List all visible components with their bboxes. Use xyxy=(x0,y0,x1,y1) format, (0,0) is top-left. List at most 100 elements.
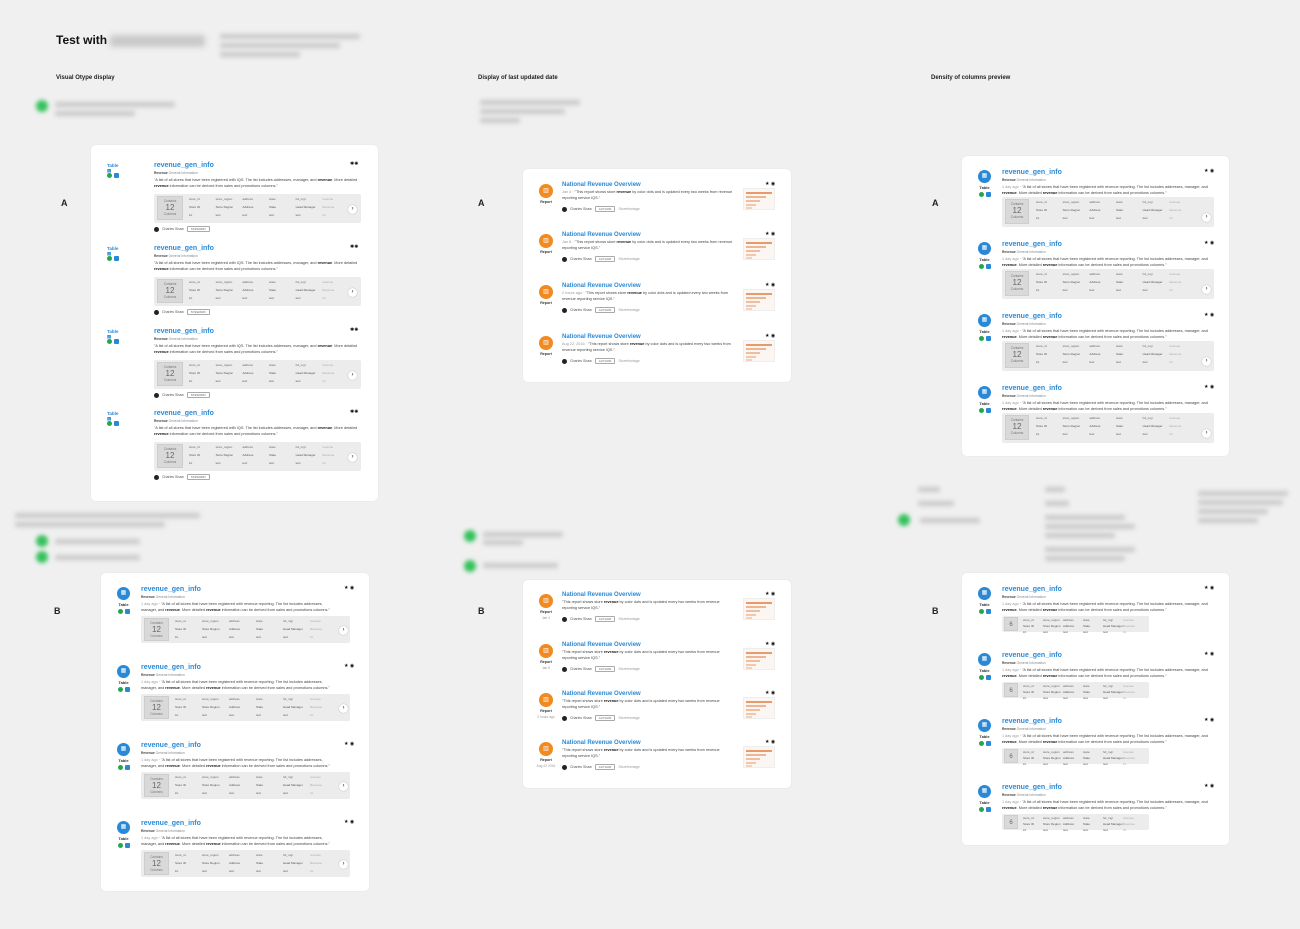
avatar xyxy=(154,392,159,398)
column-cell: store_id xyxy=(175,619,186,623)
column-cell: int xyxy=(322,379,326,383)
chevron-right-icon[interactable]: › xyxy=(339,704,348,713)
star-eye-icons[interactable]: ★ ◉ xyxy=(344,663,354,669)
column-cell: State xyxy=(1115,208,1123,212)
column-cell: store_region xyxy=(1043,618,1060,622)
star-eye-icons[interactable]: ★ ◉ xyxy=(1204,783,1214,789)
chevron-right-icon[interactable]: › xyxy=(1202,213,1211,222)
check-icon xyxy=(118,765,123,770)
star-icon[interactable]: ✱✺ xyxy=(350,409,358,415)
card-title[interactable]: revenue_gen_info xyxy=(1002,169,1214,176)
card-title[interactable]: National Revenue Overview xyxy=(562,334,734,340)
column-cell: Address xyxy=(1089,208,1101,212)
card-title[interactable]: National Revenue Overview xyxy=(562,642,734,648)
column-cell: text xyxy=(229,869,234,873)
type-label: Table xyxy=(979,602,990,607)
star-icon[interactable]: ✱✺ xyxy=(350,327,358,333)
star-icon[interactable]: ✱✺ xyxy=(350,244,358,250)
column-cell: text xyxy=(1062,288,1068,292)
report-thumbnail xyxy=(743,289,775,311)
column-count-box: Contains 12 Columns xyxy=(157,279,183,303)
chevron-right-icon[interactable]: › xyxy=(348,205,357,214)
column-cell: text xyxy=(256,713,261,717)
column-cell: int xyxy=(1023,630,1027,634)
legend-dot xyxy=(36,100,48,112)
star-eye-icons[interactable]: ★ ◉ xyxy=(765,181,775,187)
star-eye-icons[interactable]: ★ ◉ xyxy=(1204,240,1214,246)
card-title[interactable]: National Revenue Overview xyxy=(562,232,734,238)
column-cell: Head Manager xyxy=(1103,822,1123,826)
card-title[interactable]: revenue_gen_info xyxy=(1002,586,1214,593)
card-owner: Charles Shaw AUTHOR Storefrontage xyxy=(562,764,640,770)
star-eye-icons[interactable]: ★ ◉ xyxy=(1204,717,1214,723)
card-title[interactable]: revenue_gen_info xyxy=(154,328,362,335)
card-title[interactable]: National Revenue Overview xyxy=(562,283,734,289)
role-badge: AUTHOR xyxy=(594,666,616,672)
star-eye-icons[interactable]: ★ ◉ xyxy=(344,585,354,591)
chevron-right-icon[interactable]: › xyxy=(1202,429,1211,438)
star-icon[interactable]: ✱✺ xyxy=(350,161,358,167)
card-title[interactable]: National Revenue Overview xyxy=(562,182,734,188)
card-description: 1 day ago · "A list of all stores that h… xyxy=(1002,734,1208,744)
star-eye-icons[interactable]: ★ ◉ xyxy=(1204,651,1214,657)
chevron-right-icon[interactable]: › xyxy=(348,371,357,380)
card-title[interactable]: revenue_gen_info xyxy=(154,410,362,417)
chevron-right-icon[interactable]: › xyxy=(1202,357,1211,366)
card-title[interactable]: National Revenue Overview xyxy=(562,740,734,746)
card-title[interactable]: revenue_gen_info xyxy=(1002,652,1214,659)
card-description: Aug 22, 2016 · "This report shows store … xyxy=(562,342,731,352)
column-cell: text xyxy=(1142,288,1148,292)
column-cell: text xyxy=(1115,288,1121,292)
star-eye-icons[interactable]: ★ ◉ xyxy=(765,641,775,647)
column-cell: int xyxy=(322,461,326,465)
card-description: "A list of all stores that have been reg… xyxy=(154,344,358,354)
chevron-right-icon[interactable]: › xyxy=(348,288,357,297)
card-title[interactable]: revenue_gen_info xyxy=(154,245,362,252)
column-cell: store_id xyxy=(175,775,186,779)
chevron-right-icon[interactable]: › xyxy=(339,860,348,869)
avatar xyxy=(562,358,567,364)
star-eye-icons[interactable]: ★ ◉ xyxy=(765,690,775,696)
page-title: Test with xyxy=(56,33,206,47)
column-cell: int xyxy=(1036,360,1040,364)
status-icons xyxy=(118,843,130,848)
star-eye-icons[interactable]: ★ ◉ xyxy=(765,333,775,339)
check-icon xyxy=(979,675,984,680)
card-title[interactable]: revenue_gen_info xyxy=(141,742,331,749)
card-title[interactable]: revenue_gen_info xyxy=(1002,718,1214,725)
chevron-right-icon[interactable]: › xyxy=(339,782,348,791)
chevron-right-icon[interactable]: › xyxy=(1202,285,1211,294)
card-title[interactable]: revenue_gen_info xyxy=(1002,313,1214,320)
star-eye-icons[interactable]: ★ ◉ xyxy=(344,819,354,825)
role-badge: AUTHOR xyxy=(594,715,616,721)
chevron-right-icon[interactable]: › xyxy=(339,626,348,635)
card-title[interactable]: National Revenue Overview xyxy=(562,592,734,598)
bookmark-icon xyxy=(114,256,119,261)
star-eye-icons[interactable]: ★ ◉ xyxy=(765,739,775,745)
star-eye-icons[interactable]: ★ ◉ xyxy=(765,591,775,597)
star-eye-icons[interactable]: ★ ◉ xyxy=(1204,585,1214,591)
card-subtitle: Revenue General Information xyxy=(1002,595,1046,599)
column-cell: Store Region xyxy=(1043,822,1061,826)
card-title[interactable]: revenue_gen_info xyxy=(154,162,362,169)
card-description: Jan 8 · "This report shows store revenue… xyxy=(562,240,733,250)
card-title[interactable]: National Revenue Overview xyxy=(562,691,734,697)
card-title[interactable]: revenue_gen_info xyxy=(1002,385,1214,392)
chevron-right-icon[interactable]: › xyxy=(348,453,357,462)
star-eye-icons[interactable]: ★ ◉ xyxy=(1204,168,1214,174)
card-title[interactable]: revenue_gen_info xyxy=(141,586,331,593)
column-cell: revenue xyxy=(1169,272,1181,276)
card-title[interactable]: revenue_gen_info xyxy=(141,664,331,671)
card-title[interactable]: revenue_gen_info xyxy=(1002,784,1214,791)
column-cell: text xyxy=(283,791,288,795)
star-eye-icons[interactable]: ★ ◉ xyxy=(344,741,354,747)
card-title[interactable]: revenue_gen_info xyxy=(141,820,331,827)
star-eye-icons[interactable]: ★ ◉ xyxy=(765,282,775,288)
star-eye-icons[interactable]: ★ ◉ xyxy=(765,231,775,237)
column-cell: revenue xyxy=(322,197,334,201)
star-eye-icons[interactable]: ★ ◉ xyxy=(1204,312,1214,318)
star-eye-icons[interactable]: ★ ◉ xyxy=(1204,384,1214,390)
role-badge: STEWARD xyxy=(186,309,210,315)
card-title[interactable]: revenue_gen_info xyxy=(1002,241,1214,248)
role-badge: AUTHOR xyxy=(594,206,616,212)
